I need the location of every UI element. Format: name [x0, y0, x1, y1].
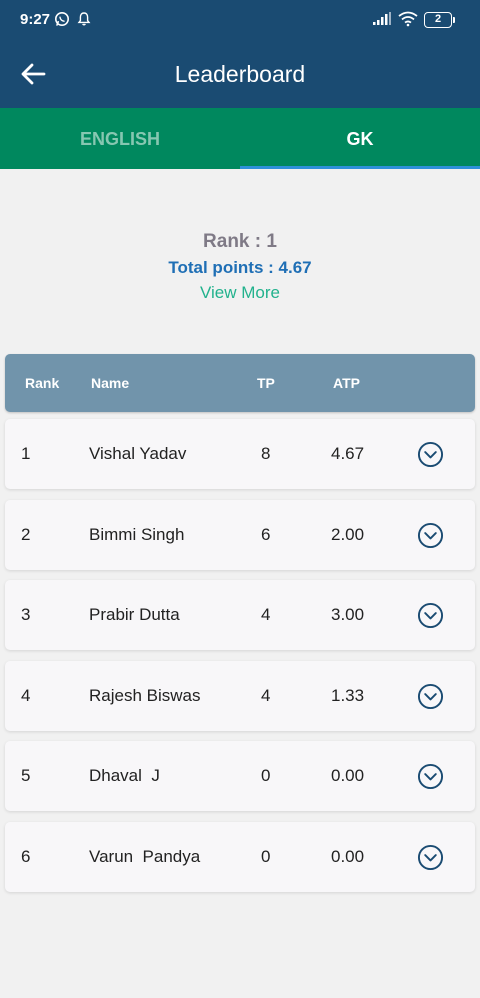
- row-atp: 1.33: [331, 686, 365, 705]
- chevron-down-circle-icon[interactable]: [417, 441, 444, 468]
- header-atp: ATP: [333, 375, 360, 391]
- header-rank: Rank: [25, 375, 60, 391]
- view-more-link[interactable]: View More: [0, 281, 480, 305]
- row-rank: 4: [21, 686, 31, 705]
- chevron-down-circle-icon[interactable]: [417, 522, 444, 549]
- row-tp: 4: [261, 605, 271, 624]
- tab-gk-label: GK: [346, 129, 374, 149]
- tab-bar: ENGLISH GK: [0, 108, 480, 169]
- row-atp: 3.00: [331, 605, 365, 624]
- app-bar: Leaderboard: [0, 40, 480, 108]
- row-rank: 3: [21, 605, 31, 624]
- tab-english[interactable]: ENGLISH: [0, 108, 240, 169]
- table-row[interactable]: 5 Dhaval J 0 0.00: [5, 741, 475, 811]
- table-row[interactable]: 4 Rajesh Biswas 4 1.33: [5, 661, 475, 731]
- row-atp: 0.00: [331, 847, 365, 866]
- wifi-icon: [398, 11, 418, 27]
- whatsapp-icon: [55, 12, 69, 26]
- header-tp: TP: [257, 375, 275, 391]
- table-row[interactable]: 3 Prabir Dutta 4 3.00: [5, 580, 475, 650]
- notification-bell-icon: [77, 12, 91, 26]
- user-rank: Rank : 1: [203, 231, 277, 252]
- row-tp: 6: [261, 525, 271, 544]
- row-rank: 1: [21, 444, 31, 463]
- row-rank: 5: [21, 766, 31, 785]
- table-row[interactable]: 1 Vishal Yadav 8 4.67: [5, 419, 475, 489]
- row-name: Dhaval J: [89, 766, 160, 785]
- tab-gk[interactable]: GK: [240, 108, 480, 169]
- row-atp: 0.00: [331, 766, 365, 785]
- row-tp: 8: [261, 444, 271, 463]
- tab-indicator: [240, 166, 480, 169]
- status-time: 9:27: [20, 11, 51, 28]
- chevron-down-circle-icon[interactable]: [417, 683, 444, 710]
- row-atp: 2.00: [331, 525, 365, 544]
- row-name: Bimmi Singh: [89, 525, 185, 544]
- signal-icon: [373, 12, 391, 25]
- table-row[interactable]: 2 Bimmi Singh 6 2.00: [5, 500, 475, 570]
- row-name: Prabir Dutta: [89, 605, 180, 624]
- battery-icon: 2: [424, 12, 456, 28]
- row-name: Varun Pandya: [89, 847, 201, 866]
- row-tp: 0: [261, 847, 271, 866]
- chevron-down-circle-icon[interactable]: [417, 602, 444, 629]
- chevron-down-circle-icon[interactable]: [417, 844, 444, 871]
- table-header: Rank Name TP ATP: [5, 354, 475, 412]
- row-name: Vishal Yadav: [89, 444, 187, 463]
- row-rank: 2: [21, 525, 31, 544]
- header-name: Name: [91, 375, 130, 391]
- battery-level: 2: [424, 12, 452, 28]
- row-tp: 4: [261, 686, 271, 705]
- user-summary: Rank : 1 Total points : 4.67 View More: [0, 230, 480, 305]
- row-rank: 6: [21, 847, 31, 866]
- row-name: Rajesh Biswas: [89, 686, 201, 705]
- table-row[interactable]: 6 Varun Pandya 0 0.00: [5, 822, 475, 892]
- page-title: Leaderboard: [174, 61, 306, 87]
- chevron-down-circle-icon[interactable]: [417, 763, 444, 790]
- row-atp: 4.67: [331, 444, 365, 463]
- status-bar: 9:27 2: [0, 0, 480, 40]
- total-points: Total points : 4.67: [168, 258, 312, 277]
- row-tp: 0: [261, 766, 271, 785]
